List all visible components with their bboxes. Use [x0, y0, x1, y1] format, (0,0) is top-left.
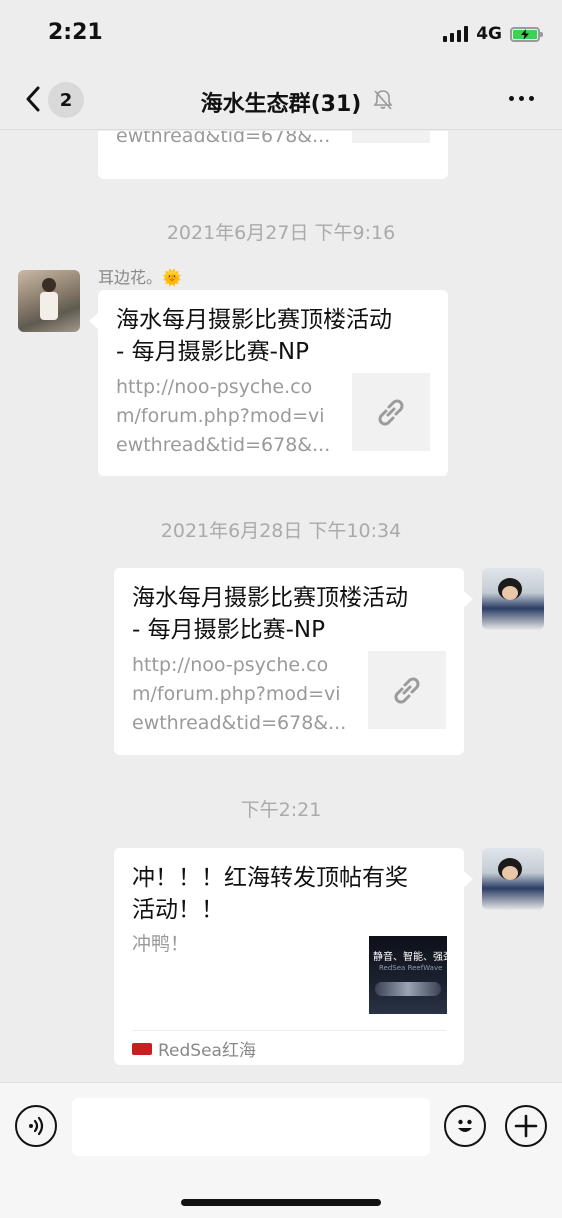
plus-icon	[514, 1114, 538, 1138]
card-title: 海水每月摄影比赛顶楼活动 - 每月摄影比赛-NP	[132, 585, 408, 643]
card-title: 海水每月摄影比赛顶楼活动 - 每月摄影比赛-NP	[116, 307, 392, 365]
card-desc: http://noo-psyche.co m/forum.php?mod=vi …	[132, 654, 347, 734]
voice-input-button[interactable]	[15, 1105, 57, 1147]
emoji-icon	[458, 1119, 472, 1132]
home-indicator[interactable]	[181, 1199, 381, 1206]
status-bar: 2:21 4G	[0, 0, 562, 70]
avatar[interactable]	[482, 848, 544, 910]
link-icon	[394, 677, 420, 704]
card-desc: 冲鸭！	[132, 933, 190, 955]
status-time: 2:21	[48, 20, 103, 45]
card-title: 冲！！！红海转发顶帖有奖 活动！！	[132, 865, 408, 923]
link-thumbnail	[352, 131, 430, 143]
avatar[interactable]	[18, 270, 80, 332]
article-source: RedSea红海	[132, 1036, 256, 1061]
cellular-signal-icon	[443, 26, 469, 42]
chat-title: 海水生态群(31)	[200, 92, 362, 117]
more-functions-button[interactable]	[505, 1105, 547, 1147]
battery-fill	[513, 28, 537, 40]
message-list[interactable]: ewthread&tid=678&... 2021年6月27日 下午9:16 耳…	[0, 131, 562, 1082]
link-card-partial[interactable]: ewthread&tid=678&...	[98, 131, 448, 179]
network-type: 4G	[476, 24, 502, 44]
message-input[interactable]	[72, 1098, 430, 1156]
card-desc-line: ewthread&tid=678&...	[116, 131, 331, 147]
redsea-logo-icon	[132, 1042, 152, 1055]
link-thumbnail	[352, 373, 430, 451]
voice-icon	[29, 1116, 44, 1136]
more-options-button[interactable]	[509, 96, 534, 101]
card-divider	[132, 1030, 446, 1031]
status-indicators: 4G	[443, 24, 543, 44]
avatar[interactable]	[482, 568, 544, 630]
sender-name: 耳边花。🌞	[98, 268, 182, 287]
link-card[interactable]: 海水每月摄影比赛顶楼活动 - 每月摄影比赛-NP http://noo-psyc…	[89, 290, 448, 476]
shared-article-card[interactable]: 冲！！！红海转发顶帖有奖 活动！！ 冲鸭！ 静音、智能、强劲 RedSea Re…	[114, 848, 473, 1065]
mute-bell-icon	[372, 88, 394, 116]
battery-icon	[510, 26, 543, 42]
chat-navbar: 2 海水生态群(31)	[0, 70, 562, 130]
emoji-button[interactable]	[444, 1105, 486, 1147]
link-card[interactable]: 海水每月摄影比赛顶楼活动 - 每月摄影比赛-NP http://noo-psyc…	[114, 568, 473, 755]
chat-input-bar	[0, 1082, 562, 1218]
timestamp: 2021年6月28日 下午10:34	[160, 520, 402, 542]
timestamp: 2021年6月27日 下午9:16	[166, 222, 396, 244]
card-desc: http://noo-psyche.co m/forum.php?mod=vi …	[116, 376, 331, 456]
link-thumbnail	[368, 651, 446, 729]
article-thumbnail: 静音、智能、强劲 RedSea ReefWave	[369, 936, 447, 1014]
timestamp: 下午2:21	[240, 799, 322, 821]
link-icon	[378, 399, 404, 426]
